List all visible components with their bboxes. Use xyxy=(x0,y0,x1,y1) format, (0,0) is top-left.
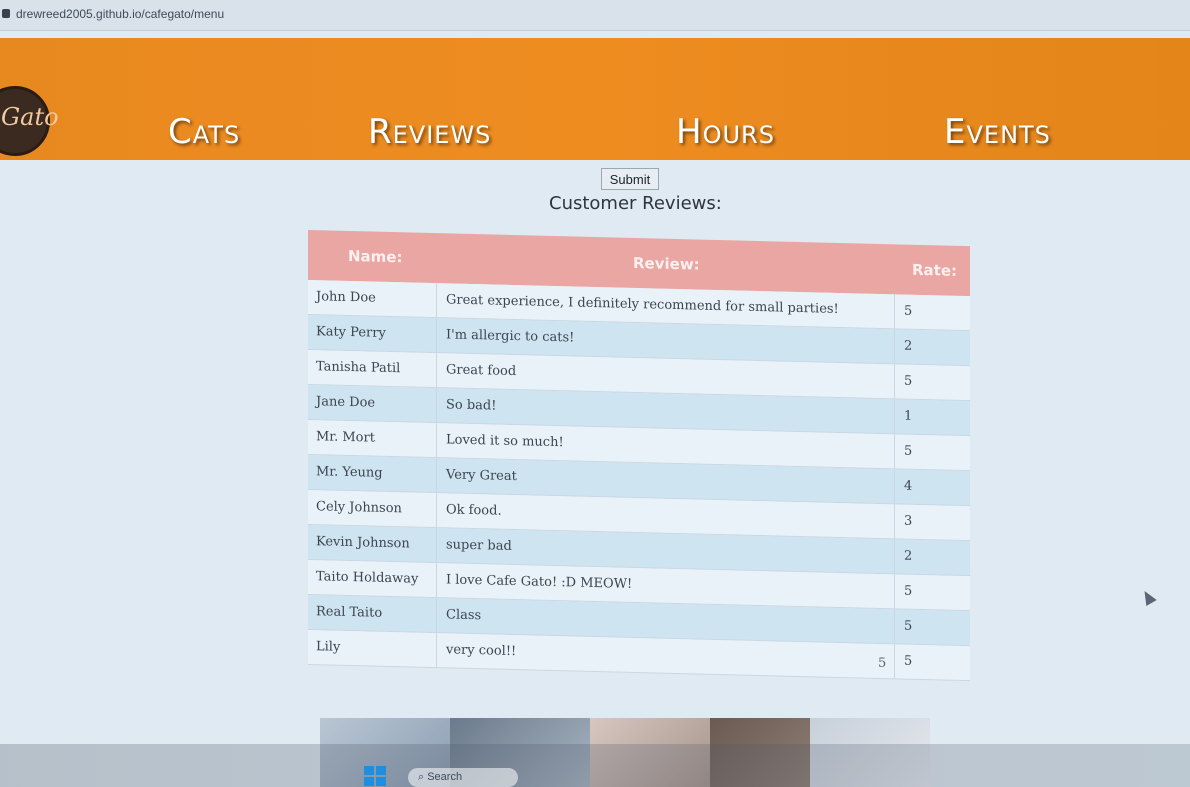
review-rate: 5 xyxy=(904,373,913,389)
column-header-review: Review: xyxy=(633,253,700,274)
review-name: Lily xyxy=(316,639,341,655)
review-name: Taito Holdaway xyxy=(316,569,419,587)
lock-icon xyxy=(2,9,10,18)
review-text: Great experience, I definitely recommend… xyxy=(446,292,839,317)
review-rate: 5 xyxy=(904,443,913,459)
review-text: Great food xyxy=(446,362,517,380)
taskbar-search[interactable]: ⌕ Search xyxy=(408,768,518,787)
review-name: John Doe xyxy=(316,289,376,306)
browser-address-bar[interactable]: drewreed2005.github.io/cafegato/menu xyxy=(0,0,1190,31)
column-header-rate: Rate: xyxy=(912,260,958,280)
review-name: Mr. Mort xyxy=(316,429,375,446)
review-text: I love Cafe Gato! :D MEOW! xyxy=(446,572,633,592)
review-name: Tanisha Patil xyxy=(316,359,401,377)
review-text: So bad! xyxy=(446,397,497,414)
mouse-cursor-icon xyxy=(1139,587,1157,607)
submit-button[interactable]: Submit xyxy=(601,168,659,190)
logo-text: Gato xyxy=(1,103,59,131)
review-name: Kevin Johnson xyxy=(316,534,410,552)
review-rate: 1 xyxy=(904,408,913,424)
reviews-title: Customer Reviews: xyxy=(549,193,722,214)
table-body: John Doe Great experience, I definitely r… xyxy=(308,280,970,682)
review-name: Cely Johnson xyxy=(316,499,402,517)
site-header: Gato Cats Reviews Hours Events xyxy=(0,38,1190,160)
taskbar-search-label: Search xyxy=(427,771,463,783)
reviews-table: Name: Review: Rate: John Doe Great experi… xyxy=(308,230,970,682)
review-text: Loved it so much! xyxy=(446,432,564,451)
review-rate: 4 xyxy=(904,478,913,494)
nav-link-cats[interactable]: Cats xyxy=(168,112,240,152)
review-rate: 3 xyxy=(904,513,913,529)
review-text: super bad xyxy=(446,537,512,554)
nav-link-events[interactable]: Events xyxy=(944,112,1051,152)
review-text: very cool!! xyxy=(446,642,517,660)
review-rate: 5 xyxy=(904,583,913,599)
review-rate: 5 xyxy=(904,618,913,634)
review-text: Ok food. xyxy=(446,502,502,519)
os-taskbar xyxy=(0,744,1190,787)
review-rate: 2 xyxy=(904,338,913,354)
column-header-name: Name: xyxy=(348,246,403,267)
nav-link-hours[interactable]: Hours xyxy=(676,112,775,152)
review-text: Class xyxy=(446,607,482,624)
review-text: Very Great xyxy=(446,467,517,485)
review-name: Real Taito xyxy=(316,604,383,621)
url-text[interactable]: drewreed2005.github.io/cafegato/menu xyxy=(16,7,224,21)
review-name: Jane Doe xyxy=(316,394,376,411)
windows-start-icon[interactable] xyxy=(364,766,386,786)
nav-link-reviews[interactable]: Reviews xyxy=(368,112,491,152)
review-rate: 5 xyxy=(904,653,913,669)
cafe-logo[interactable]: Gato xyxy=(0,86,59,156)
review-rate: 5 xyxy=(904,303,913,319)
extra-rate-value: 5 xyxy=(878,656,887,671)
review-rate: 2 xyxy=(904,548,913,564)
review-name: Katy Perry xyxy=(316,324,386,341)
review-name: Mr. Yeung xyxy=(316,464,383,481)
review-text: I'm allergic to cats! xyxy=(446,327,575,346)
